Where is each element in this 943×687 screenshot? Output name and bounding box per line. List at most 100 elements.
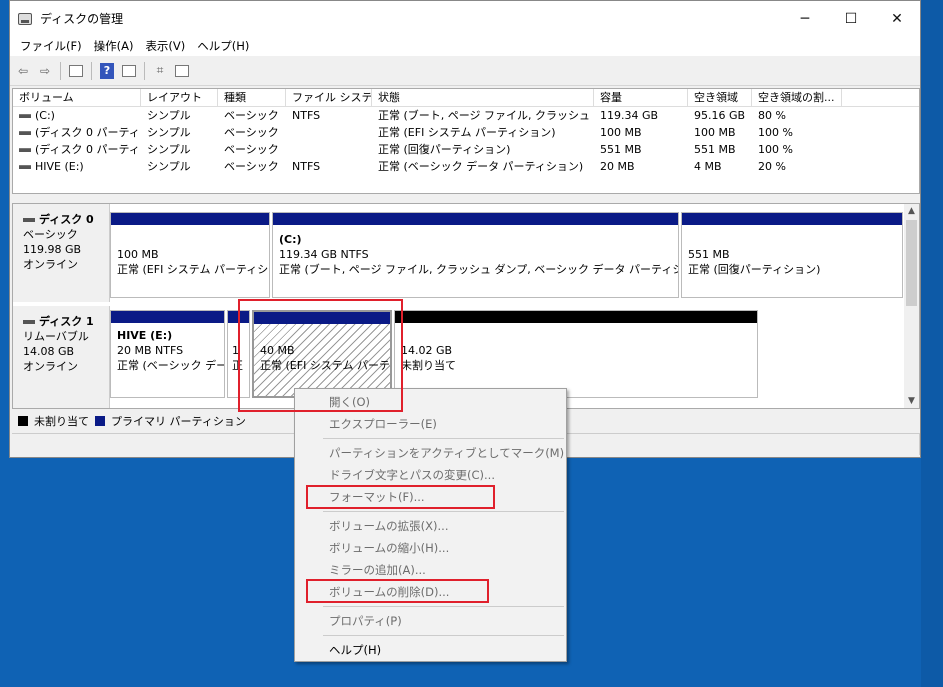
menu-explorer[interactable]: エクスプローラー(E)	[295, 413, 566, 435]
partition-status: 未割り当て	[401, 359, 456, 372]
partition-size: 20 MB NTFS	[117, 344, 184, 357]
disk-0-info[interactable]: ディスク 0 ベーシック 119.98 GB オンライン	[13, 204, 110, 302]
menu-properties[interactable]: プロパティ(P)	[295, 610, 566, 632]
help-icon[interactable]: ?	[98, 62, 116, 80]
column-free-percent[interactable]: 空き領域の割...	[752, 89, 842, 106]
maximize-button[interactable]: ☐	[828, 1, 874, 36]
capacity-cell: 119.34 GB	[600, 109, 659, 122]
volume-name: (C:)	[35, 109, 55, 122]
menu-add-mirror[interactable]: ミラーの追加(A)...	[295, 559, 566, 581]
free-percent-cell: 100 %	[758, 143, 793, 156]
disk-status: オンライン	[23, 360, 78, 373]
free-space-cell: 4 MB	[694, 160, 722, 173]
partition-disk1-hive[interactable]: HIVE (E:) 20 MB NTFS 正常 (ベーシック データ パーティシ…	[110, 310, 225, 398]
properties-icon[interactable]	[120, 62, 138, 80]
context-menu: 開く(O) エクスプローラー(E) パーティションをアクティブとしてマーク(M)…	[294, 388, 567, 662]
table-row[interactable]: (C:) シンプル ベーシック NTFS 正常 (ブート, ページ ファイル, …	[13, 107, 919, 124]
disk-status: オンライン	[23, 258, 78, 271]
back-arrow-icon[interactable]: ⇦	[14, 62, 32, 80]
disk-type: ベーシック	[23, 228, 78, 241]
checklist-icon[interactable]	[173, 62, 191, 80]
highlight-box-format	[306, 485, 495, 509]
status-cell: 正常 (回復パーティション)	[378, 143, 511, 156]
disk-icon	[23, 320, 35, 324]
toolbar-separator	[60, 61, 61, 80]
legend-primary-partition: プライマリ パーティション	[111, 415, 246, 428]
partition-type-bar	[273, 213, 678, 225]
partition-type-bar	[111, 213, 269, 225]
filesystem-cell: NTFS	[292, 109, 321, 122]
partition-disk0-c[interactable]: (C:) 119.34 GB NTFS 正常 (ブート, ページ ファイル, ク…	[272, 212, 679, 298]
disk-type: リムーバブル	[23, 330, 89, 343]
menu-extend-volume[interactable]: ボリュームの拡張(X)...	[295, 515, 566, 537]
partition-status: 正常 (回復パーティション)	[688, 263, 821, 276]
table-row[interactable]: (ディスク 0 パーティシ... シンプル ベーシック 正常 (EFI システム…	[13, 124, 919, 141]
volume-list-header: ボリューム レイアウト 種類 ファイル システム 状態 容量 空き領域 空き領域…	[13, 89, 919, 107]
menu-shrink-volume[interactable]: ボリュームの縮小(H)...	[295, 537, 566, 559]
scroll-up-icon[interactable]: ▲	[904, 204, 919, 218]
menu-change-drive-letter[interactable]: ドライブ文字とパスの変更(C)...	[295, 464, 566, 486]
partition-status: 正常 (ブート, ページ ファイル, クラッシュ ダンプ, ベーシック データ …	[279, 263, 678, 276]
menu-file[interactable]: ファイル(F)	[14, 38, 88, 54]
free-percent-cell: 80 %	[758, 109, 786, 122]
partition-label: (C:)	[279, 233, 302, 246]
volume-name: HIVE (E:)	[35, 160, 84, 173]
column-type[interactable]: 種類	[218, 89, 286, 106]
scroll-thumb[interactable]	[906, 220, 917, 306]
type-cell: ベーシック	[224, 109, 279, 122]
menu-separator	[323, 511, 564, 512]
status-cell: 正常 (EFI システム パーティション)	[378, 126, 556, 139]
column-filesystem[interactable]: ファイル システム	[286, 89, 372, 106]
forward-arrow-icon[interactable]: ⇨	[36, 62, 54, 80]
partition-label: HIVE (E:)	[117, 329, 173, 342]
menu-separator	[323, 438, 564, 439]
filesystem-cell: NTFS	[292, 160, 321, 173]
status-cell: 正常 (ベーシック データ パーティション)	[378, 160, 584, 173]
menu-help[interactable]: ヘルプ(H)	[191, 38, 255, 54]
disk-size: 119.98 GB	[23, 243, 82, 256]
scroll-down-icon[interactable]: ▼	[904, 394, 919, 408]
show-hide-tree-icon[interactable]	[67, 62, 85, 80]
type-cell: ベーシック	[224, 143, 279, 156]
partition-disk0-efi[interactable]: 100 MB 正常 (EFI システム パーティション)	[110, 212, 270, 298]
free-space-cell: 551 MB	[694, 143, 736, 156]
layout-cell: シンプル	[147, 109, 191, 122]
menu-mark-active[interactable]: パーティションをアクティブとしてマーク(M)	[295, 442, 566, 464]
type-cell: ベーシック	[224, 126, 279, 139]
volume-list: ボリューム レイアウト 種類 ファイル システム 状態 容量 空き領域 空き領域…	[12, 88, 920, 194]
capacity-cell: 100 MB	[600, 126, 642, 139]
highlight-box-partition	[238, 299, 403, 412]
type-cell: ベーシック	[224, 160, 279, 173]
disk-size: 14.08 GB	[23, 345, 75, 358]
column-volume[interactable]: ボリューム	[13, 89, 141, 106]
window-title: ディスクの管理	[40, 12, 124, 26]
column-status[interactable]: 状態	[372, 89, 594, 106]
menu-separator	[323, 635, 564, 636]
free-percent-cell: 20 %	[758, 160, 786, 173]
toolbar: ⇦ ⇨ ? ⌗	[10, 56, 920, 86]
partition-disk0-recovery[interactable]: 551 MB 正常 (回復パーティション)	[681, 212, 903, 298]
unallocated-swatch	[18, 416, 28, 426]
free-space-cell: 95.16 GB	[694, 109, 746, 122]
filesystem-cell	[286, 124, 372, 141]
table-row[interactable]: HIVE (E:) シンプル ベーシック NTFS 正常 (ベーシック データ …	[13, 158, 919, 175]
volume-name: (ディスク 0 パーティシ...	[35, 126, 141, 139]
highlight-box-delete-volume	[306, 579, 489, 603]
table-row[interactable]: (ディスク 0 パーティシ... シンプル ベーシック 正常 (回復パーティショ…	[13, 141, 919, 158]
primary-partition-swatch	[95, 416, 105, 426]
disk-1-info[interactable]: ディスク 1 リムーバブル 14.08 GB オンライン	[13, 306, 110, 408]
minimize-button[interactable]: ─	[782, 1, 828, 36]
close-button[interactable]: ✕	[874, 1, 920, 36]
column-free-space[interactable]: 空き領域	[688, 89, 752, 106]
connect-icon[interactable]: ⌗	[151, 62, 169, 80]
menu-help-item[interactable]: ヘルプ(H)	[295, 639, 566, 661]
partition-size: 119.34 GB NTFS	[279, 248, 369, 261]
menu-action[interactable]: 操作(A)	[88, 38, 140, 54]
menu-view[interactable]: 表示(V)	[139, 38, 191, 54]
filesystem-cell	[286, 141, 372, 158]
desktop-edge	[921, 0, 943, 687]
column-capacity[interactable]: 容量	[594, 89, 688, 106]
partition-disk1-unallocated[interactable]: 14.02 GB 未割り当て	[394, 310, 758, 398]
vertical-scrollbar[interactable]: ▲ ▼	[904, 204, 919, 408]
column-layout[interactable]: レイアウト	[141, 89, 218, 106]
